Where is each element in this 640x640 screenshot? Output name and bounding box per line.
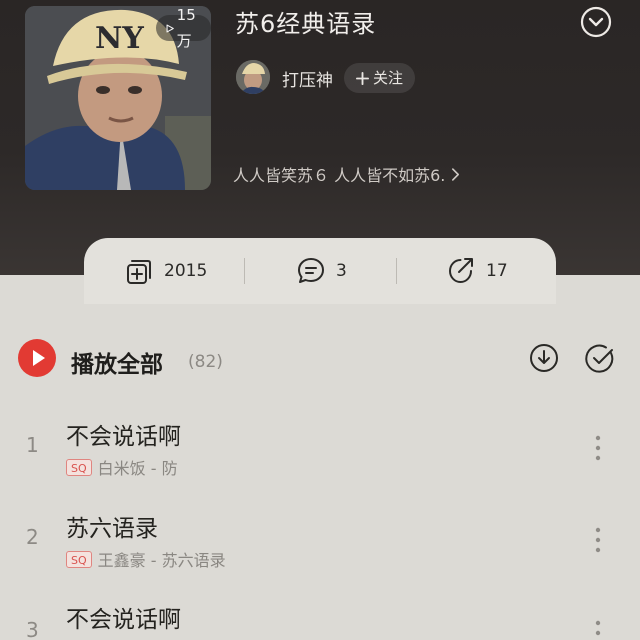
more-vertical-icon bbox=[595, 435, 601, 461]
collect-count: 2015 bbox=[164, 261, 208, 281]
song-row[interactable]: 3 不会说话啊 bbox=[0, 590, 640, 640]
song-meta: 王鑫豪 - 苏六语录 bbox=[97, 551, 226, 570]
song-more-button[interactable] bbox=[592, 433, 604, 463]
song-subtitle: SQ 王鑫豪 - 苏六语录 bbox=[66, 547, 226, 571]
play-count-text: 15万 bbox=[176, 6, 196, 50]
share-button[interactable]: 17 bbox=[446, 255, 508, 287]
song-title: 不会说话啊 bbox=[66, 424, 181, 450]
comment-button[interactable]: 3 bbox=[296, 255, 347, 287]
more-vertical-icon bbox=[595, 527, 601, 553]
download-all-button[interactable] bbox=[528, 342, 560, 374]
comment-icon bbox=[298, 258, 324, 283]
song-meta: 白米饭 - 防 bbox=[97, 459, 178, 478]
song-index: 3 bbox=[26, 618, 39, 640]
play-all-button[interactable] bbox=[18, 339, 56, 377]
check-circle-icon bbox=[585, 344, 614, 373]
share-icon bbox=[448, 258, 473, 284]
song-row[interactable]: 1 不会说话啊 SQ 白米饭 - 防 bbox=[0, 405, 640, 495]
playlist-description[interactable]: 人人皆笑苏６ 人人皆不如苏6. bbox=[233, 162, 460, 186]
sq-quality-badge: SQ bbox=[66, 458, 92, 476]
more-vertical-icon bbox=[595, 620, 601, 636]
chevron-down-circle-icon bbox=[580, 6, 612, 38]
play-icon bbox=[166, 23, 174, 33]
play-all-count: (82) bbox=[188, 352, 223, 372]
playlist-title: 苏6经典语录 bbox=[235, 10, 377, 38]
share-count: 17 bbox=[486, 261, 508, 281]
song-subtitle: SQ 白米饭 - 防 bbox=[66, 455, 178, 479]
collect-button[interactable]: 2015 bbox=[124, 255, 207, 287]
follow-label: 关注 bbox=[373, 69, 404, 87]
collapse-button[interactable] bbox=[580, 6, 612, 38]
creator-avatar[interactable] bbox=[236, 60, 270, 94]
song-index: 2 bbox=[26, 525, 39, 549]
stats-bar: 2015 3 17 bbox=[84, 238, 556, 304]
creator-name[interactable]: 打压神 bbox=[282, 66, 333, 91]
play-icon bbox=[33, 350, 45, 366]
sq-quality-badge: SQ bbox=[66, 550, 92, 568]
playlist-header: NY 15万 苏6经典语录 打压神 关注 人人皆笑苏６ 人人皆不如苏6. bbox=[0, 0, 640, 275]
play-count-badge: 15万 bbox=[156, 6, 211, 50]
song-title: 不会说话啊 bbox=[66, 607, 181, 633]
play-all-label[interactable]: 播放全部 bbox=[71, 345, 163, 379]
chevron-right-icon bbox=[452, 167, 460, 181]
song-title: 苏六语录 bbox=[66, 516, 158, 542]
divider bbox=[396, 258, 397, 284]
playlist-cover[interactable]: NY 15万 bbox=[25, 6, 211, 190]
song-row[interactable]: 2 苏六语录 SQ 王鑫豪 - 苏六语录 bbox=[0, 497, 640, 587]
svg-text:NY: NY bbox=[95, 21, 144, 56]
comment-count: 3 bbox=[336, 261, 347, 281]
description-text: 人人皆笑苏６ 人人皆不如苏6. bbox=[233, 166, 446, 185]
download-icon bbox=[530, 344, 558, 372]
multi-select-button[interactable] bbox=[584, 342, 616, 374]
song-index: 1 bbox=[26, 433, 39, 457]
add-collection-icon bbox=[127, 260, 151, 284]
song-more-button[interactable] bbox=[592, 618, 604, 640]
divider bbox=[244, 258, 245, 284]
avatar-image bbox=[236, 60, 270, 94]
plus-icon bbox=[356, 71, 369, 85]
follow-button[interactable]: 关注 bbox=[344, 63, 416, 93]
song-more-button[interactable] bbox=[592, 525, 604, 555]
